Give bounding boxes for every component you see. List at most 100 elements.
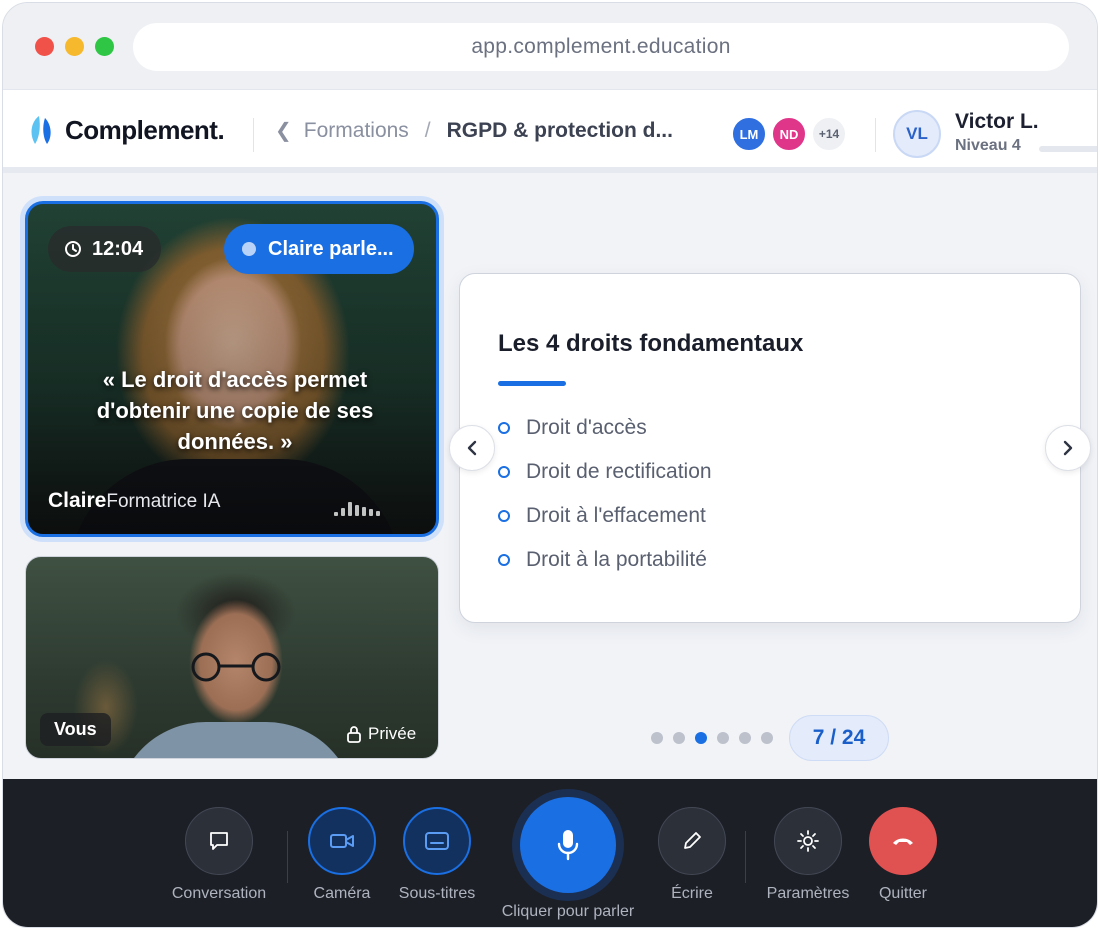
tutor-role: Formatrice IA — [106, 491, 221, 512]
bullet-icon — [498, 466, 510, 478]
subtitles-button[interactable] — [403, 807, 471, 875]
control-divider — [287, 831, 288, 883]
app-header: Complement. ❮ Formations / RGPD & protec… — [3, 89, 1097, 173]
subtitles-label: Sous-titres — [398, 885, 476, 902]
slide-counter: 7 / 24 — [789, 715, 889, 761]
conversation-button[interactable] — [185, 807, 253, 875]
video-camera-icon — [330, 834, 354, 848]
chevron-left-icon[interactable]: ❮ — [275, 118, 292, 143]
session-timer: 12:04 — [48, 226, 162, 272]
list-item-label: Droit de rectification — [526, 460, 712, 483]
write-control: Écrire — [655, 807, 729, 903]
pagination-dot[interactable] — [673, 732, 685, 744]
browser-window: app.complement.education Complement. ❮ F… — [2, 2, 1098, 928]
settings-control: Paramètres — [759, 807, 857, 903]
breadcrumb: ❮ Formations / RGPD & protection d... — [275, 118, 673, 143]
speaking-dot-icon — [242, 242, 256, 256]
participants-avatars[interactable]: LM ND +14 — [731, 116, 851, 152]
lesson-stage: 12:04 Claire parle... « Le droit d'accès… — [3, 173, 1097, 779]
camera-label: Caméra — [313, 885, 371, 902]
user-avatar[interactable]: VL — [893, 110, 941, 158]
user-name: Victor L. — [955, 110, 1039, 133]
maximize-window-button[interactable] — [95, 37, 114, 56]
settings-label: Paramètres — [766, 885, 850, 902]
list-item-label: Droit d'accès — [526, 416, 647, 439]
address-bar[interactable]: app.complement.education — [133, 23, 1069, 71]
speaking-status: Claire parle... — [224, 224, 414, 274]
logo-text: Complement. — [65, 114, 225, 145]
list-item: Droit à la portabilité — [498, 538, 712, 582]
pagination-dot[interactable] — [717, 732, 729, 744]
user-level: Niveau 4 — [955, 137, 1021, 154]
privacy-label: Privée — [368, 724, 417, 743]
slide-title: Les 4 droits fondamentaux — [498, 330, 804, 357]
slide-card: Les 4 droits fondamentaux Droit d'accès … — [459, 273, 1081, 623]
lock-icon — [347, 726, 361, 743]
chevron-right-icon — [1063, 440, 1073, 456]
privacy-indicator: Privée — [346, 724, 416, 744]
session-time: 12:04 — [92, 237, 144, 260]
list-item: Droit de rectification — [498, 450, 712, 494]
conversation-label: Conversation — [171, 885, 267, 902]
control-divider — [745, 831, 746, 883]
pencil-icon — [684, 832, 701, 849]
self-figure — [116, 722, 356, 758]
tutor-video[interactable]: 12:04 Claire parle... « Le droit d'accès… — [25, 201, 439, 537]
browser-chrome: app.complement.education — [3, 3, 1097, 89]
list-item-label: Droit à l'effacement — [526, 504, 706, 527]
list-item-label: Droit à la portabilité — [526, 548, 707, 571]
write-button[interactable] — [658, 807, 726, 875]
participants-more-count[interactable]: +14 — [811, 116, 847, 152]
slide-dots — [651, 732, 783, 744]
slide-bullet-list: Droit d'accès Droit de rectification Dro… — [498, 406, 712, 582]
next-slide-button[interactable] — [1045, 425, 1091, 471]
close-window-button[interactable] — [35, 37, 54, 56]
list-item: Droit d'accès — [498, 406, 712, 450]
previous-slide-button[interactable] — [449, 425, 495, 471]
speaking-status-label: Claire parle... — [268, 237, 394, 260]
audio-level-icon — [334, 500, 383, 516]
conversation-control: Conversation — [167, 807, 271, 903]
level-progress-bar — [1039, 146, 1097, 152]
list-item: Droit à l'effacement — [498, 494, 712, 538]
pagination-dot[interactable] — [739, 732, 751, 744]
breadcrumb-separator: / — [424, 118, 431, 142]
chat-bubble-icon — [210, 832, 228, 850]
quit-call-button[interactable] — [869, 807, 937, 875]
participant-avatar: ND — [771, 116, 807, 152]
logo-mark-icon — [31, 116, 51, 144]
bullet-icon — [498, 422, 510, 434]
subtitles-icon — [425, 832, 449, 850]
self-label: Vous — [40, 713, 111, 746]
address-bar-url: app.complement.education — [471, 35, 731, 58]
tutor-name: Claire — [48, 489, 107, 512]
push-to-talk-control: Cliquer pour parler — [491, 797, 645, 921]
microphone-icon — [557, 830, 579, 861]
settings-button[interactable] — [774, 807, 842, 875]
live-caption: « Le droit d'accès permet d'obtenir une … — [96, 367, 374, 454]
header-divider — [253, 118, 254, 152]
breadcrumb-formations-link[interactable]: Formations — [304, 119, 409, 143]
tutor-name-label: ClaireFormatrice IA — [48, 489, 220, 513]
bullet-icon — [498, 510, 510, 522]
breadcrumb-current: RGPD & protection d... — [446, 118, 673, 142]
header-divider — [875, 118, 876, 152]
pagination-dot[interactable] — [695, 732, 707, 744]
quit-label: Quitter — [878, 885, 927, 902]
clock-icon — [65, 241, 81, 257]
self-figure-glasses — [191, 652, 281, 682]
subtitles-control: Sous-titres — [387, 807, 487, 903]
self-video[interactable]: Vous Privée — [25, 556, 439, 759]
quit-control: Quitter — [865, 807, 941, 903]
pagination-dot[interactable] — [761, 732, 773, 744]
camera-button[interactable] — [308, 807, 376, 875]
pagination-dot[interactable] — [651, 732, 663, 744]
camera-control: Caméra — [305, 807, 379, 903]
minimize-window-button[interactable] — [65, 37, 84, 56]
push-to-talk-button[interactable] — [520, 797, 616, 893]
slide-title-underline — [498, 381, 566, 386]
chevron-left-icon — [467, 440, 477, 456]
app-logo[interactable]: Complement. — [25, 112, 225, 148]
write-label: Écrire — [671, 885, 713, 902]
bullet-icon — [498, 554, 510, 566]
